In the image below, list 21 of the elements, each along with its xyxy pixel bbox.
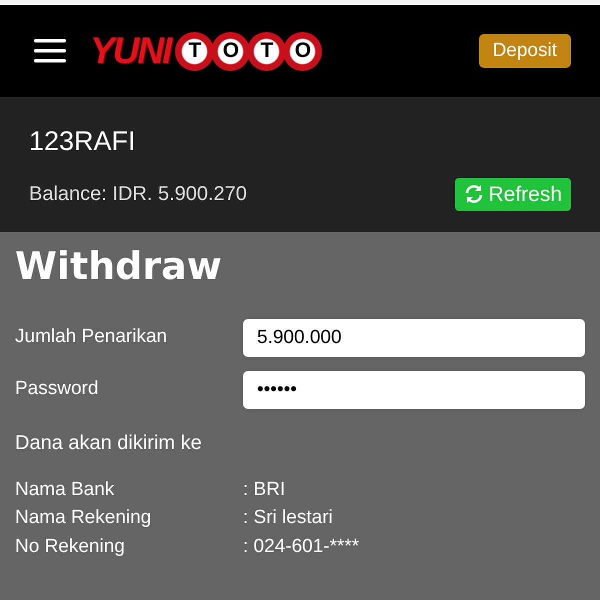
logo-ball: O	[211, 32, 250, 70]
input-field[interactable]: 5.900.000	[243, 318, 585, 357]
detail-value: : 024-601-****	[243, 534, 360, 559]
logo-ball: T	[175, 32, 214, 70]
field-label: Password	[15, 377, 100, 402]
balance-text: Balance: IDR. 5.900.270	[29, 182, 247, 208]
input-field[interactable]: ••••••	[243, 370, 585, 409]
logo-ball: T	[247, 32, 286, 70]
detail-label: No Rekening	[15, 534, 126, 559]
logo-ball: O	[283, 32, 322, 70]
refresh-icon	[464, 184, 484, 204]
page-title: Withdraw	[14, 243, 223, 290]
field-label: Jumlah Penarikan	[15, 325, 168, 350]
username: 123RAFI	[29, 125, 137, 158]
detail-label: Nama Bank	[15, 478, 116, 502]
detail-value: : Sri lestari	[243, 506, 333, 530]
section-heading: Dana akan dikirim ke	[14, 430, 203, 456]
detail-value: : BRI	[243, 478, 286, 502]
menu-icon[interactable]	[34, 39, 66, 63]
logo-text: YUNI	[90, 29, 172, 74]
detail-label: Nama Rekening	[15, 506, 152, 530]
